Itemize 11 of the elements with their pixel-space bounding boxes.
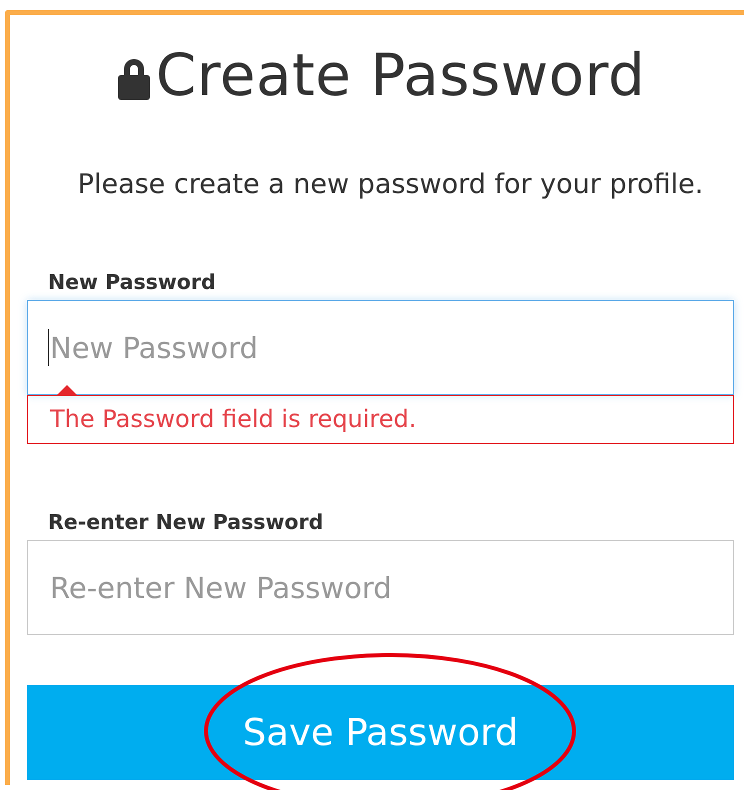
field-label: New Password [48, 270, 217, 294]
page-title: Create Password [156, 41, 646, 109]
password-field[interactable]: Re-enter New Password [27, 540, 734, 635]
password-field[interactable]: New Password [27, 300, 734, 395]
intro-text: Please create a new password for your profile. [76, 169, 704, 200]
error-message: The Password field is required. [27, 395, 734, 444]
save-password-button[interactable]: Save Password [27, 685, 734, 780]
field-label: Re-enter New Password [48, 510, 324, 534]
error-pointer-icon [55, 383, 79, 395]
text-caret [48, 329, 49, 366]
lock-icon [116, 56, 152, 100]
